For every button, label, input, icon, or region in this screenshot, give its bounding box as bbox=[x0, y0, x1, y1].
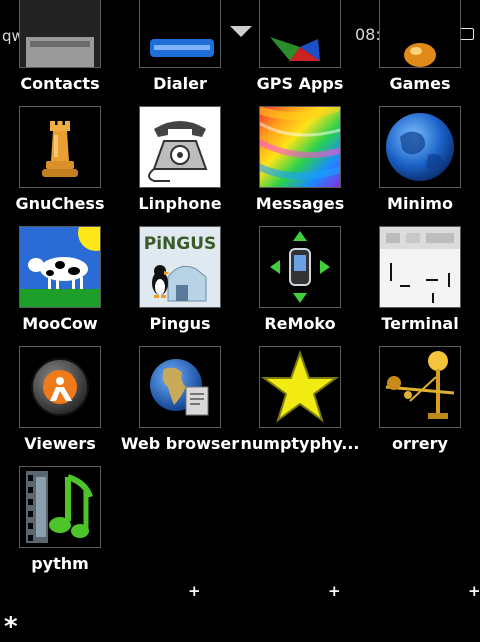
app-contacts[interactable]: Contacts bbox=[0, 0, 120, 106]
app-label: numptyphy... bbox=[240, 434, 360, 453]
app-label: Terminal bbox=[381, 314, 459, 333]
viewers-icon bbox=[19, 346, 101, 428]
rainbow-streaks-icon bbox=[259, 106, 341, 188]
orrery-icon bbox=[379, 346, 461, 428]
app-numptyphysics[interactable]: numptyphy... bbox=[240, 346, 360, 466]
app-label: GnuChess bbox=[15, 194, 105, 213]
add-marker[interactable]: + bbox=[328, 582, 341, 600]
chess-rook-icon bbox=[19, 106, 101, 188]
add-marker[interactable]: + bbox=[188, 582, 201, 600]
app-pythm[interactable]: pythm bbox=[0, 466, 120, 586]
app-dialer[interactable]: Dialer bbox=[120, 0, 240, 106]
app-label: Minimo bbox=[387, 194, 453, 213]
app-label: Web browser bbox=[120, 434, 240, 453]
film-music-icon bbox=[19, 466, 101, 548]
app-label: orrery bbox=[392, 434, 448, 453]
pingus-logo-text: PiNGUS bbox=[144, 234, 217, 254]
contacts-icon bbox=[19, 0, 101, 68]
app-web-browser[interactable]: Web browser bbox=[120, 346, 240, 466]
app-linphone[interactable]: Linphone bbox=[120, 106, 240, 226]
app-moocow[interactable]: MooCow bbox=[0, 226, 120, 346]
app-minimo[interactable]: Minimo bbox=[360, 106, 480, 226]
app-gps-apps[interactable]: GPS Apps bbox=[240, 0, 360, 106]
yellow-star-icon bbox=[259, 346, 341, 428]
phone-arrows-icon bbox=[259, 226, 341, 308]
app-pingus[interactable]: PiNGUS Pingus bbox=[120, 226, 240, 346]
app-label: Linphone bbox=[138, 194, 222, 213]
app-label: Messages bbox=[255, 194, 345, 213]
app-viewers[interactable]: Viewers bbox=[0, 346, 120, 466]
app-games[interactable]: Games bbox=[360, 0, 480, 106]
telephone-icon bbox=[139, 106, 221, 188]
app-gnuchess[interactable]: GnuChess bbox=[0, 106, 120, 226]
app-orrery[interactable]: orrery bbox=[360, 346, 480, 466]
app-terminal[interactable]: Terminal bbox=[360, 226, 480, 346]
globe-icon bbox=[379, 106, 461, 188]
web-globe-icon bbox=[139, 346, 221, 428]
app-label: Viewers bbox=[24, 434, 96, 453]
app-label: Contacts bbox=[20, 74, 100, 93]
app-label: Games bbox=[389, 74, 451, 93]
cow-icon bbox=[19, 226, 101, 308]
favorites-star-icon[interactable]: * bbox=[4, 612, 18, 642]
app-label: GPS Apps bbox=[256, 74, 344, 93]
gps-apps-icon bbox=[259, 0, 341, 68]
penguin-icon: PiNGUS bbox=[139, 226, 221, 308]
terminal-icon bbox=[379, 226, 461, 308]
add-marker[interactable]: + bbox=[468, 582, 480, 600]
dialer-icon bbox=[139, 0, 221, 68]
app-label: Pingus bbox=[149, 314, 211, 333]
app-label: ReMoko bbox=[264, 314, 336, 333]
app-remoko[interactable]: ReMoko bbox=[240, 226, 360, 346]
games-icon bbox=[379, 0, 461, 68]
app-messages[interactable]: Messages bbox=[240, 106, 360, 226]
app-label: MooCow bbox=[22, 314, 98, 333]
app-label: Dialer bbox=[153, 74, 207, 93]
app-label: pythm bbox=[31, 554, 89, 573]
